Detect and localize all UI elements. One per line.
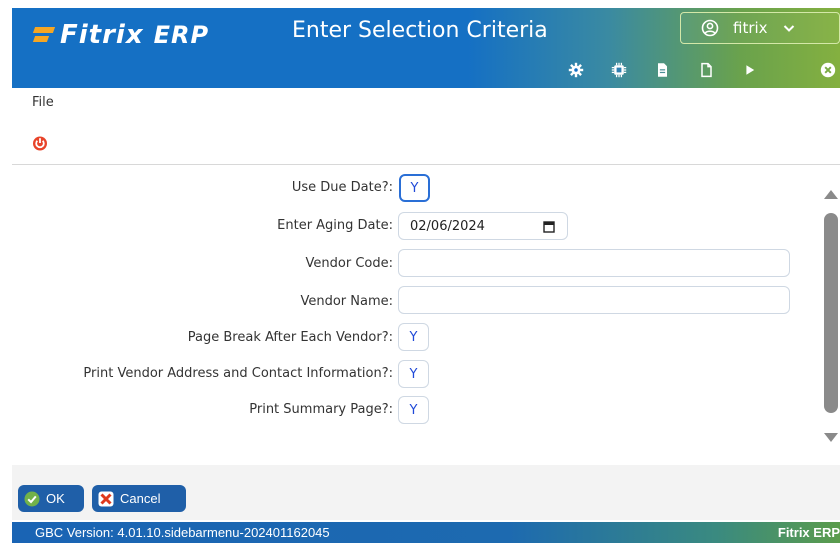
logo-erp-text: ERP: [153, 21, 210, 49]
power-icon[interactable]: [32, 135, 48, 151]
aging-date-value: 02/06/2024: [410, 218, 485, 234]
aging-date-field[interactable]: 02/06/2024: [398, 212, 568, 240]
user-icon: [701, 19, 719, 37]
scroll-down-arrow-icon[interactable]: [824, 433, 838, 442]
page-title: Enter Selection Criteria: [292, 18, 548, 43]
check-icon: [24, 491, 40, 506]
vendor-code-input[interactable]: [398, 249, 790, 277]
page-break-field[interactable]: Y: [398, 323, 429, 351]
ok-label: OK: [46, 491, 65, 506]
print-summary-field[interactable]: Y: [398, 396, 429, 424]
ok-button[interactable]: OK: [18, 485, 84, 512]
user-name: fitrix: [733, 19, 768, 37]
vendor-code-label: Vendor Code:: [305, 256, 393, 271]
vendor-name-label: Vendor Name:: [300, 294, 393, 309]
app-header: Fitrix ERP Enter Selection Criteria fitr…: [12, 8, 840, 88]
toolbar: [12, 58, 840, 82]
gear-icon[interactable]: [566, 60, 586, 80]
scroll-thumb[interactable]: [824, 213, 838, 413]
document-icon[interactable]: [652, 60, 672, 80]
app-logo: Fitrix ERP: [34, 18, 209, 52]
page-break-label: Page Break After Each Vendor?:: [187, 330, 393, 345]
file-menu[interactable]: File: [32, 95, 54, 110]
print-address-label: Print Vendor Address and Contact Informa…: [83, 366, 393, 381]
cancel-x-icon: [98, 491, 114, 506]
form-scrollbar[interactable]: [820, 180, 840, 450]
use-due-date-field[interactable]: Y: [399, 174, 430, 202]
use-due-date-label: Use Due Date?:: [291, 180, 393, 195]
scroll-up-arrow-icon[interactable]: [824, 190, 838, 199]
version-text: GBC Version: 4.01.10.sidebarmenu-2024011…: [35, 525, 330, 540]
close-circle-icon[interactable]: [818, 60, 838, 80]
chip-icon[interactable]: [609, 60, 629, 80]
brand-text: Fitrix ERP: [777, 525, 840, 540]
play-icon[interactable]: [740, 60, 760, 80]
chevron-down-icon: [783, 25, 794, 32]
logo-text: Fitrix: [60, 20, 144, 50]
print-address-field[interactable]: Y: [398, 360, 429, 388]
logo-mark-icon: [34, 25, 54, 45]
user-menu[interactable]: fitrix: [680, 12, 840, 44]
print-summary-label: Print Summary Page?:: [249, 402, 393, 417]
status-bar: GBC Version: 4.01.10.sidebarmenu-2024011…: [12, 522, 840, 543]
cancel-label: Cancel: [120, 491, 161, 506]
blank-document-icon[interactable]: [696, 60, 716, 80]
aging-date-label: Enter Aging Date:: [277, 218, 393, 233]
calendar-icon[interactable]: [543, 220, 555, 233]
vendor-name-input[interactable]: [398, 286, 790, 314]
cancel-button[interactable]: Cancel: [92, 485, 186, 512]
